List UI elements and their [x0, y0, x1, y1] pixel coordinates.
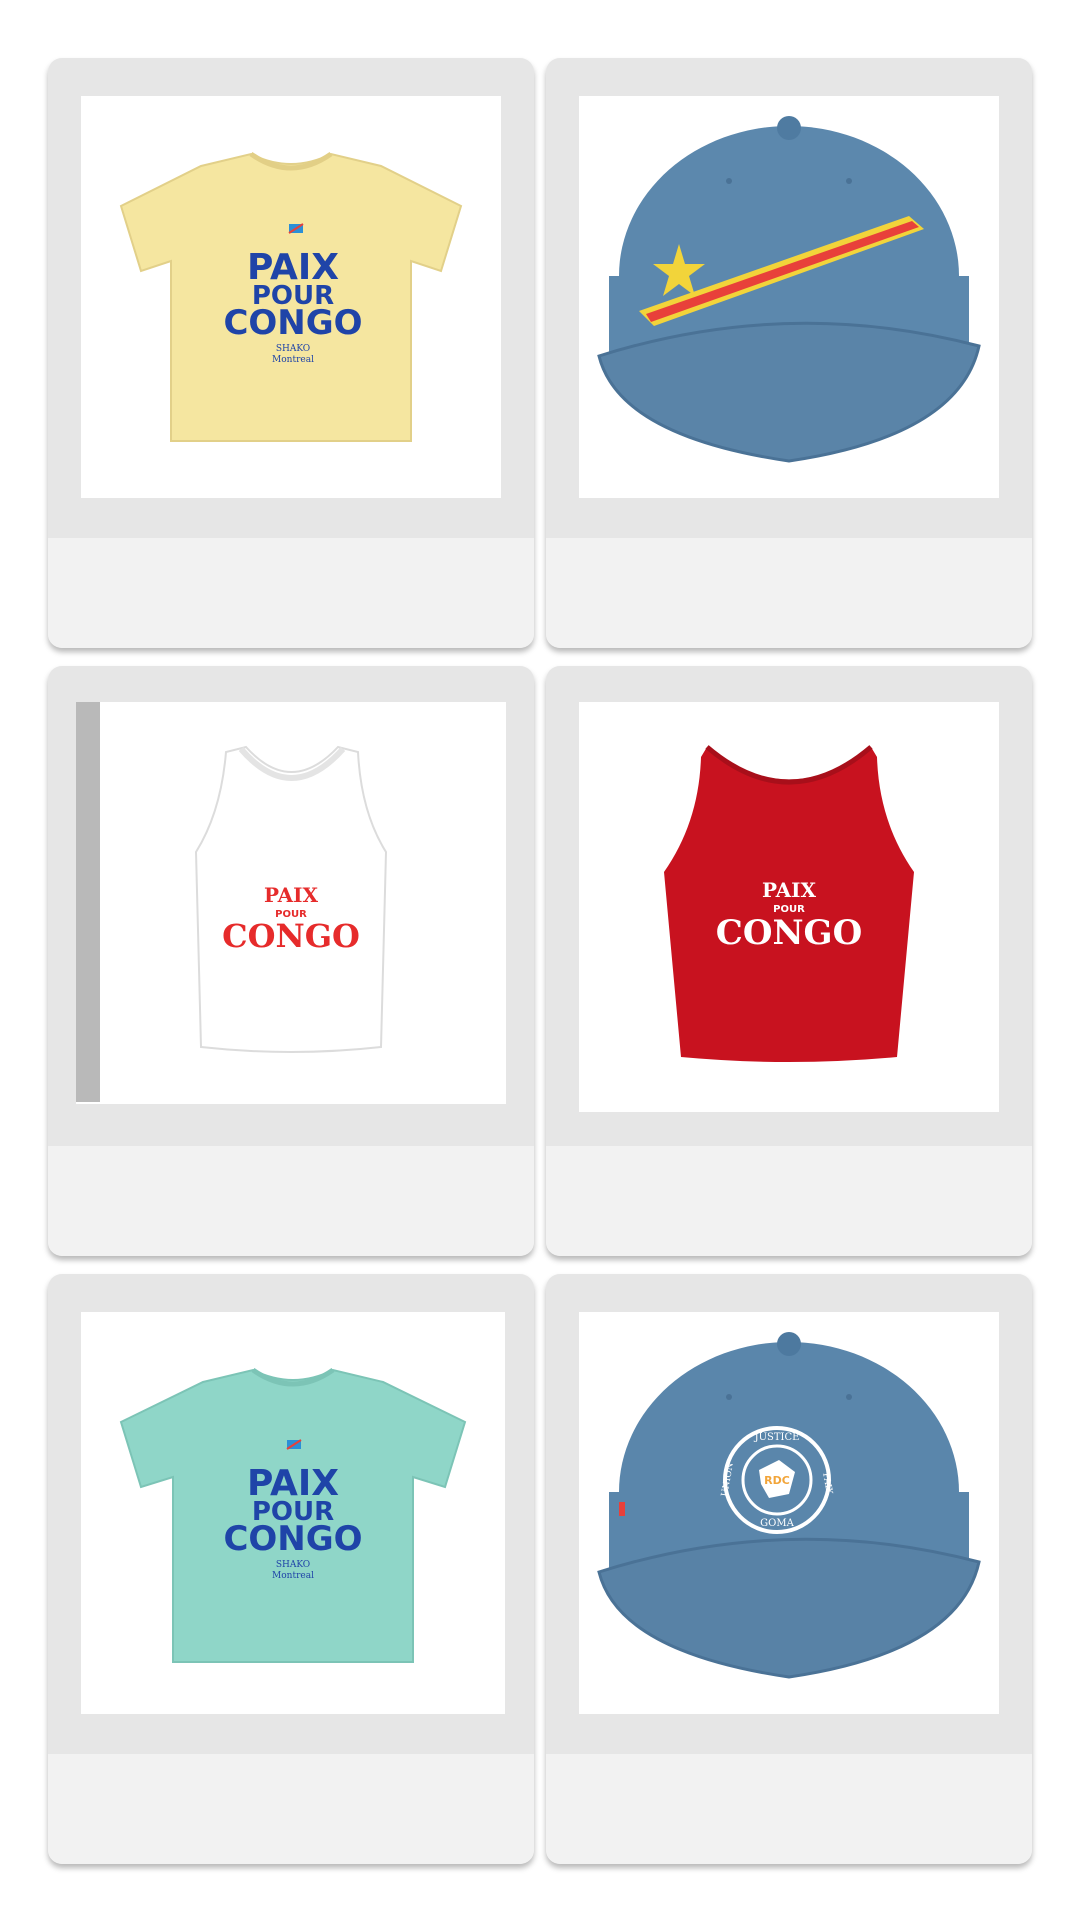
- mint-crop-tee-image: PAIX POUR CONGO SHAKO Montreal: [119, 1367, 467, 1663]
- flag-cap-image: [597, 116, 981, 463]
- yellow-crop-tee-image: PAIX POUR CONGO SHAKO Montreal: [119, 151, 463, 442]
- subprint-line-2: Montreal: [272, 355, 314, 365]
- card-caption: [546, 538, 1032, 648]
- product-grid: PAIX POUR CONGO SHAKO Montreal PAIX POUR…: [0, 0, 1080, 1920]
- red-tank-image: PAIX POUR CONGO: [664, 745, 914, 1062]
- product-card-white-tank[interactable]: PAIX POUR CONGO: [48, 666, 534, 1256]
- seal-text-bottom: GOMA: [760, 1518, 794, 1529]
- product-image[interactable]: PAIX POUR CONGO SHAKO Montreal: [81, 96, 501, 498]
- product-card-mint-tee[interactable]: PAIX POUR CONGO SHAKO Montreal: [48, 1274, 534, 1864]
- print-line-3: CONGO: [223, 1519, 362, 1559]
- product-image[interactable]: PAIX POUR CONGO SHAKO Montreal: [81, 1312, 505, 1714]
- print-line-3: CONGO: [222, 917, 360, 955]
- print-line-1: PAIX: [762, 878, 816, 902]
- seal-text-center: RDC: [764, 1474, 790, 1487]
- product-card-yellow-tee[interactable]: PAIX POUR CONGO SHAKO Montreal: [48, 58, 534, 648]
- product-image[interactable]: PAIX POUR CONGO: [76, 702, 506, 1104]
- product-card-red-tank[interactable]: PAIX POUR CONGO: [546, 666, 1032, 1256]
- card-caption: [546, 1754, 1032, 1864]
- card-caption: [48, 1146, 534, 1256]
- product-card-flag-cap[interactable]: [546, 58, 1032, 648]
- card-caption: [546, 1146, 1032, 1256]
- image-scroll-indicator: [76, 702, 100, 1102]
- product-card-seal-cap[interactable]: JUSTICE PAIX GOMA UNION RDC: [546, 1274, 1032, 1864]
- seal-text-top: JUSTICE: [754, 1432, 800, 1443]
- seal-cap-image: JUSTICE PAIX GOMA UNION RDC: [597, 1332, 981, 1679]
- product-image[interactable]: [579, 96, 999, 498]
- subprint-line-2: Montreal: [272, 1571, 314, 1581]
- product-image[interactable]: PAIX POUR CONGO: [579, 702, 999, 1112]
- subprint-line-1: SHAKO: [276, 1560, 310, 1570]
- print-line-1: PAIX: [264, 883, 318, 907]
- print-line-3: CONGO: [223, 303, 362, 343]
- subprint-line-1: SHAKO: [276, 344, 310, 354]
- white-tank-image: PAIX POUR CONGO: [194, 745, 388, 1053]
- card-caption: [48, 1754, 534, 1864]
- print-line-3: CONGO: [716, 913, 862, 953]
- product-image[interactable]: JUSTICE PAIX GOMA UNION RDC: [579, 1312, 999, 1714]
- card-caption: [48, 538, 534, 648]
